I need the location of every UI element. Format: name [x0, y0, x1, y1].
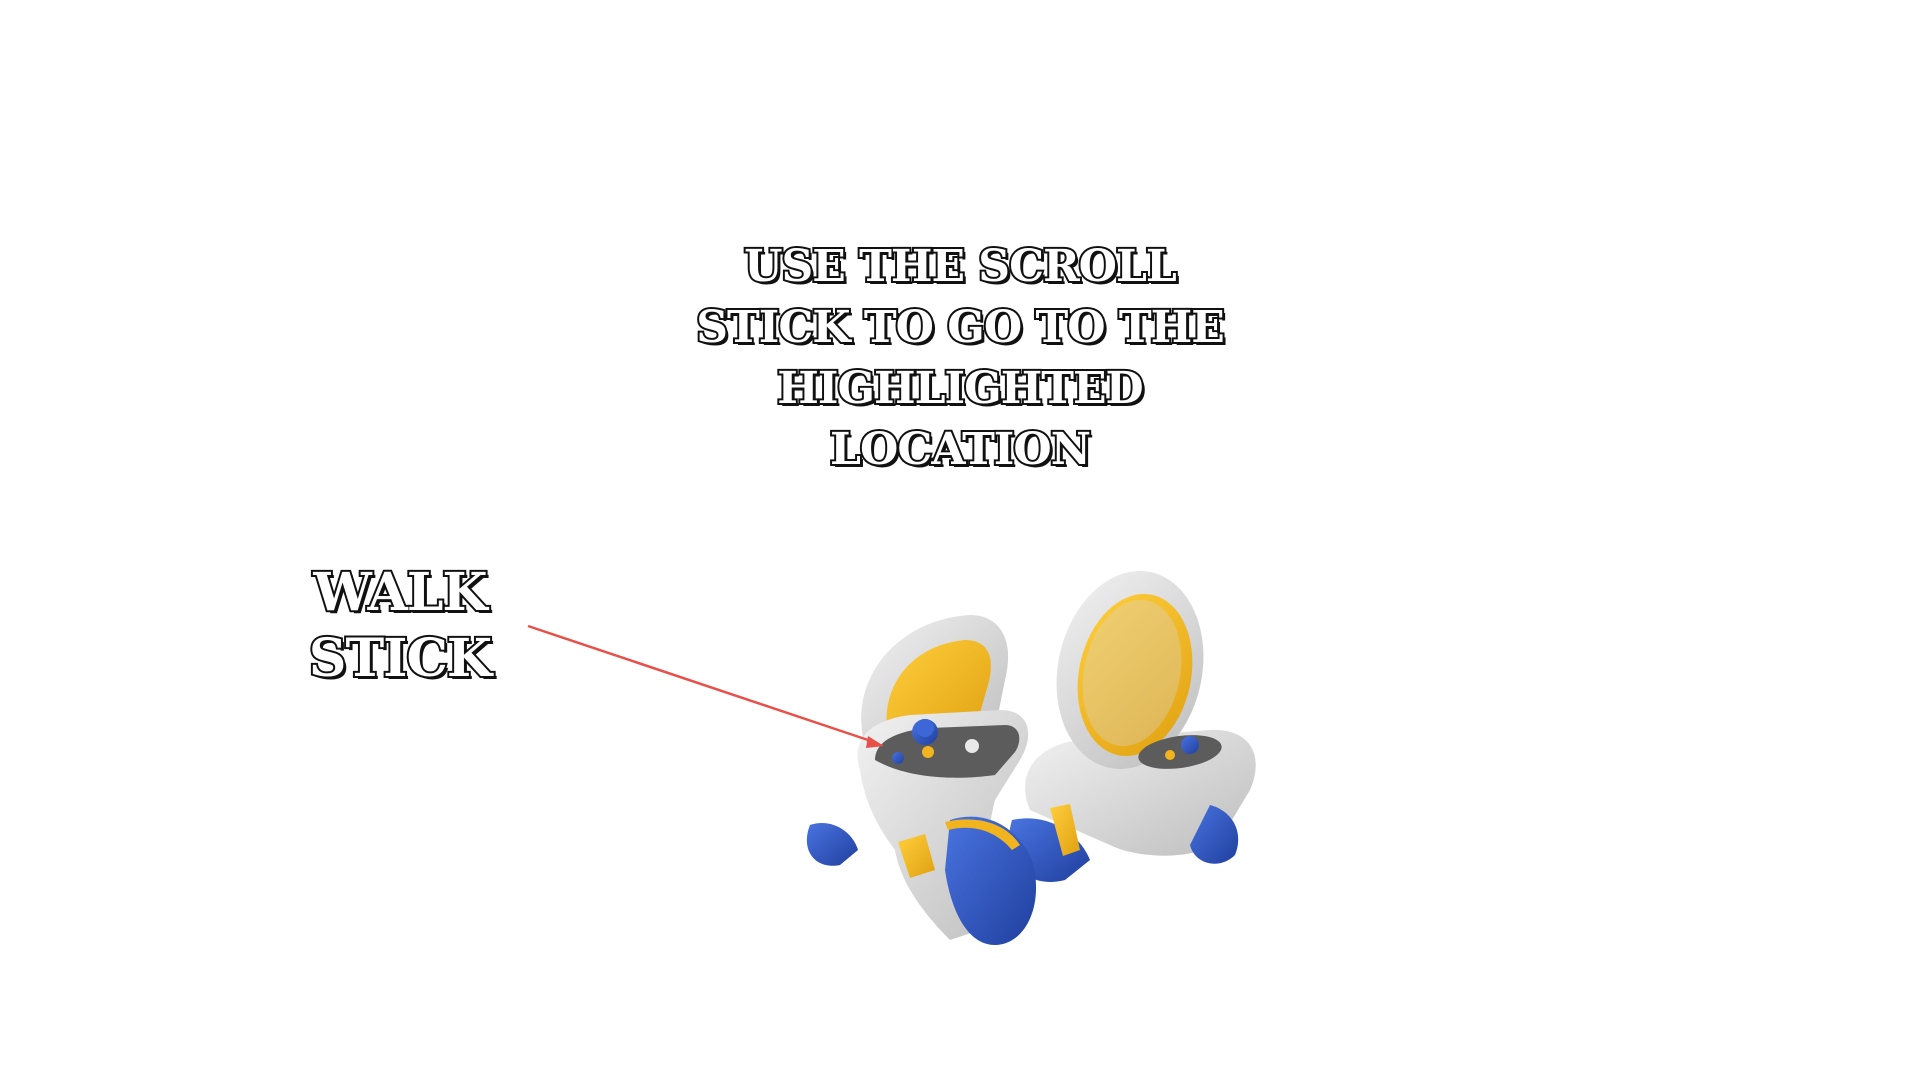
game-tutorial-screen: USE THE SCROLL STICK TO GO TO THE HIGHLI… [0, 0, 1920, 1080]
arrow-pointer-icon [527, 624, 884, 748]
